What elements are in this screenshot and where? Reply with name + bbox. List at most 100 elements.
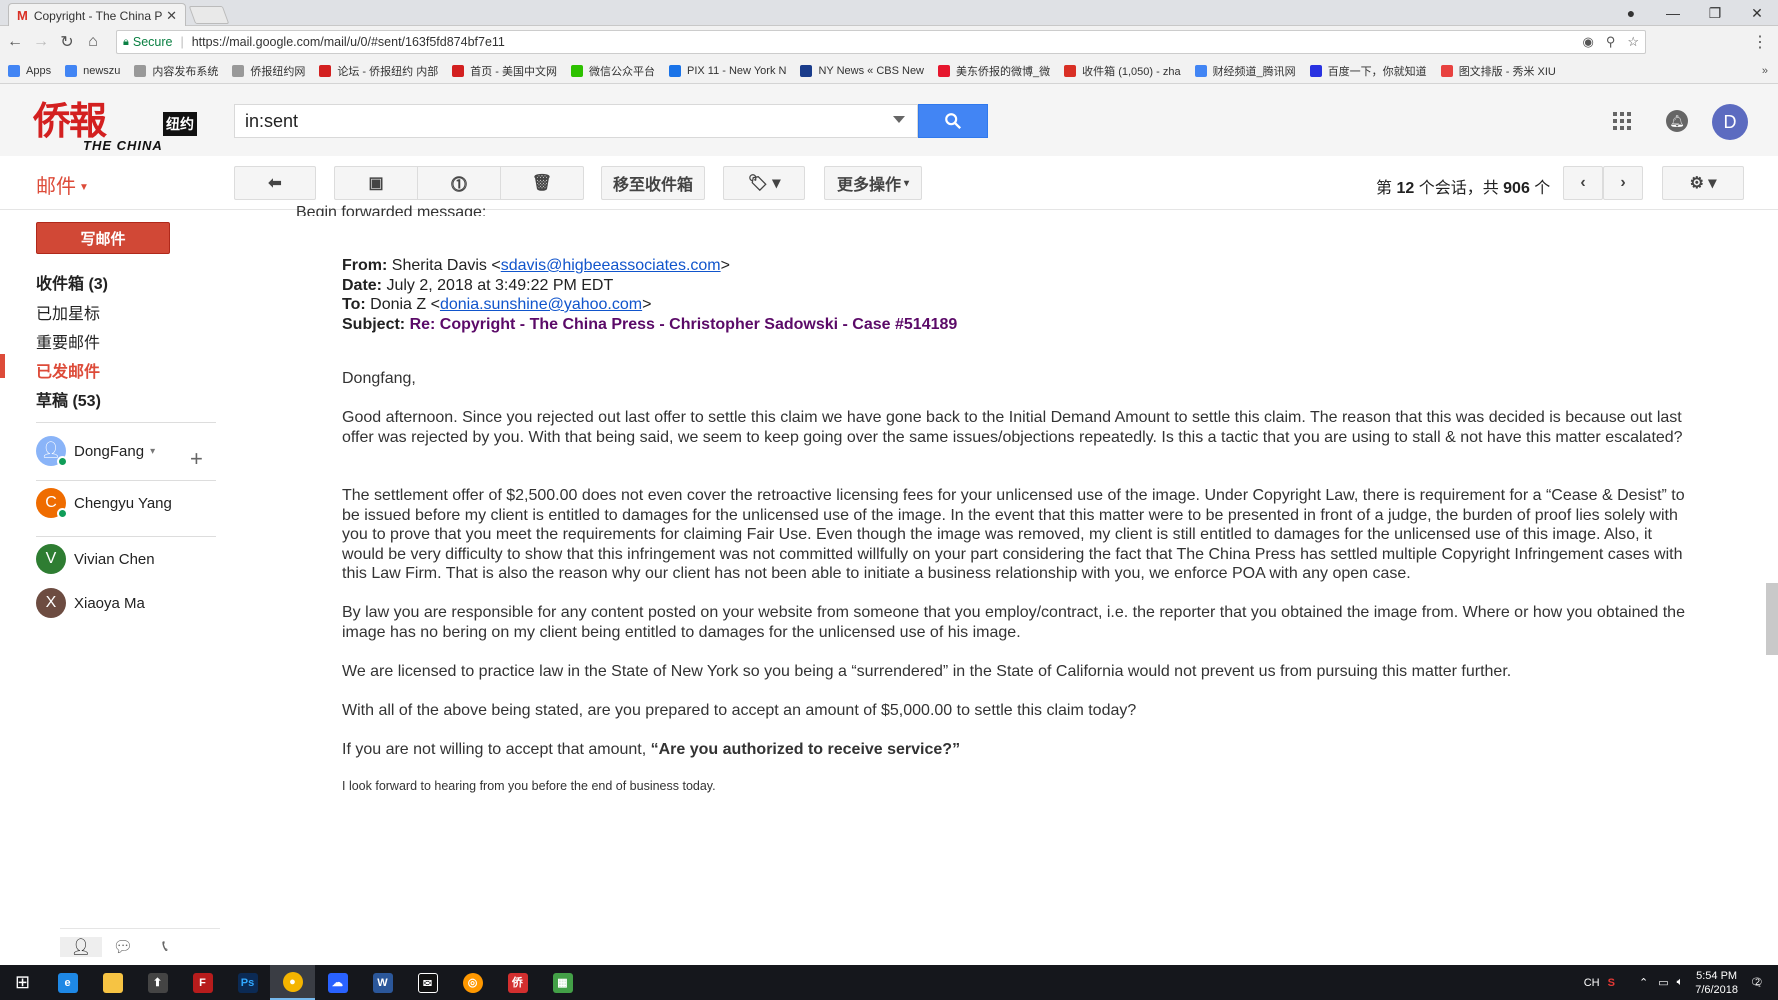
older-button[interactable]: ›	[1603, 166, 1643, 200]
close-tab-icon[interactable]: ✕	[166, 8, 177, 24]
search-options-icon[interactable]	[893, 116, 905, 123]
bookmark-item[interactable]: 微信公众平台	[571, 63, 655, 79]
sidebar-item-sent[interactable]: 已发邮件	[36, 358, 100, 382]
home-icon[interactable]: ⌂	[82, 33, 104, 51]
url-text[interactable]: https://mail.google.com/mail/u/0/#sent/1…	[192, 35, 1571, 49]
search-input[interactable]: in:sent	[234, 104, 918, 138]
search-button[interactable]	[918, 104, 988, 138]
avatar: 👤︎	[36, 436, 68, 467]
hangouts-icon[interactable]: 💬︎	[102, 937, 144, 957]
tray-chevron-icon[interactable]: ⌃	[1639, 976, 1648, 989]
network-icon[interactable]: ▭	[1658, 976, 1668, 989]
bookmark-item[interactable]: 财经频道_腾讯网	[1194, 63, 1296, 79]
chrome-icon[interactable]: ●	[270, 965, 315, 1000]
add-contact-icon[interactable]: +	[190, 446, 203, 472]
bookmark-item[interactable]: 论坛 - 侨报纽约 内部	[319, 63, 438, 79]
delete-button[interactable]: 🗑︎	[500, 166, 584, 200]
move-to-inbox-button[interactable]: 移至收件箱	[601, 166, 705, 200]
sidebar-item-important[interactable]: 重要邮件	[36, 329, 100, 353]
hangouts-bar: 👤︎ 💬︎ 📞︎	[60, 928, 220, 964]
start-icon[interactable]: ⊞	[0, 965, 45, 1000]
newer-button[interactable]: ‹	[1563, 166, 1603, 200]
contact-self[interactable]: 👤︎ DongFang ▾	[36, 436, 155, 467]
contact-item[interactable]: X Xiaoya Ma	[36, 588, 145, 618]
apps-grid-icon[interactable]	[1613, 112, 1631, 130]
bookmark-item[interactable]: 图文排版 - 秀米 XIU	[1440, 63, 1556, 79]
person-icon[interactable]: 👤︎	[60, 936, 102, 957]
photoshop-icon[interactable]: Ps	[225, 965, 270, 1000]
tag-icon: 🏷︎ ▾	[747, 175, 781, 192]
browser-menu-icon[interactable]: ⋮	[1752, 32, 1768, 52]
notifications-icon[interactable]: 🔔︎	[1666, 110, 1688, 132]
bookmark-item[interactable]: 内容发布系统	[134, 63, 218, 79]
edge-icon[interactable]: e	[45, 965, 90, 1000]
bookmark-item[interactable]: Apps	[8, 64, 51, 77]
filezilla-icon[interactable]: F	[180, 965, 225, 1000]
volume-icon[interactable]: 🔈︎	[1677, 976, 1684, 989]
archive-button[interactable]: ▣	[334, 166, 418, 200]
sidebar-item-drafts[interactable]: 草稿 (53)	[36, 387, 101, 411]
phone-icon[interactable]: 📞︎	[144, 938, 186, 956]
zoom-icon[interactable]: ⚲	[1606, 34, 1616, 50]
back-to-list-button[interactable]: ⬅	[234, 166, 316, 200]
browser-tab[interactable]: M Copyright - The China Pr ✕	[8, 3, 186, 27]
bookmark-label: NY News « CBS New	[818, 64, 925, 77]
avatar-initial: X	[45, 594, 57, 611]
ime-icon[interactable]: S	[1608, 977, 1615, 989]
app-icon[interactable]: ⬆	[135, 965, 180, 1000]
contact-item[interactable]: C Chengyu Yang	[36, 488, 172, 519]
chevron-down-icon: ▾	[903, 177, 910, 189]
china-press-logo[interactable]: 侨報 纽约 THE CHINA PRESS	[33, 90, 205, 168]
account-avatar[interactable]: D	[1712, 104, 1748, 140]
to-email-link[interactable]: donia.sunshine@yahoo.com	[440, 296, 642, 313]
new-tab-button[interactable]	[188, 6, 230, 24]
more-actions-button[interactable]: 更多操作 ▾	[824, 166, 922, 200]
url-omnibox[interactable]: 🔒︎ Secure | https://mail.google.com/mail…	[116, 30, 1646, 54]
app-icon[interactable]: ▦	[540, 965, 585, 1000]
back-icon[interactable]: ←	[4, 33, 26, 51]
contact-item[interactable]: V Vivian Chen	[36, 544, 155, 574]
star-icon[interactable]: ☆	[1627, 34, 1639, 50]
bookmark-item[interactable]: 美东侨报的微博_微	[938, 63, 1050, 79]
file-explorer-icon[interactable]	[90, 965, 135, 1000]
active-nav-indicator	[0, 354, 5, 378]
app-icon[interactable]: ☁	[315, 965, 360, 1000]
bookmark-item[interactable]: 百度一下，你就知道	[1309, 63, 1427, 79]
report-spam-button[interactable]: ⓵	[417, 166, 501, 200]
profile-icon[interactable]: ●	[1610, 5, 1652, 21]
mail-icon[interactable]: ✉	[405, 965, 450, 1000]
labels-button[interactable]: 🏷︎ ▾	[723, 166, 805, 200]
scrollbar-thumb[interactable]	[1766, 583, 1778, 655]
bookmark-item[interactable]: 首页 - 美国中文网	[452, 63, 557, 79]
reload-icon[interactable]: ↻	[56, 32, 78, 52]
bookmark-item[interactable]: PIX 11 - New York N	[669, 64, 786, 77]
avatar: C	[36, 488, 68, 519]
language-indicator[interactable]: CH	[1584, 977, 1600, 989]
eye-icon[interactable]: ◉	[1582, 34, 1593, 50]
chevron-down-icon[interactable]: ▾	[150, 446, 155, 457]
sidebar-item-starred[interactable]: 已加星标	[36, 300, 100, 324]
bookmarks-overflow-icon[interactable]: »	[1762, 65, 1768, 77]
app-icon[interactable]: ◎	[450, 965, 495, 1000]
word-icon[interactable]: W	[360, 965, 405, 1000]
sidebar-item-inbox[interactable]: 收件箱 (3)	[36, 270, 108, 294]
bookmark-item[interactable]: 侨报纽约网	[232, 63, 305, 79]
forward-icon[interactable]: →	[30, 33, 52, 51]
from-email-link[interactable]: sdavis@higbeeassociates.com	[501, 257, 721, 274]
bookmark-item[interactable]: newszu	[65, 64, 120, 77]
mail-switcher[interactable]: 邮件 ▼	[36, 170, 89, 199]
bookmark-item[interactable]: 收件箱 (1,050) - zha	[1064, 63, 1181, 79]
restore-icon[interactable]: ❐	[1694, 5, 1736, 22]
page-middle: 个会话，共	[1414, 180, 1504, 197]
close-window-icon[interactable]: ✕	[1736, 5, 1778, 22]
bookmark-item[interactable]: NY News « CBS New	[800, 64, 925, 77]
pagination-info: 第 12 个会话，共 906 个	[1376, 174, 1550, 198]
compose-button[interactable]: 写邮件	[36, 222, 170, 254]
p6-lead: If you are not willing to accept that am…	[342, 741, 651, 758]
clock[interactable]: 5:54 PM 7/6/2018	[1695, 969, 1738, 997]
action-center-icon[interactable]: 🗨︎ 2	[1750, 976, 1764, 989]
app-icon[interactable]: 侨	[495, 965, 540, 1000]
settings-button[interactable]: ⚙ ▾	[1662, 166, 1744, 200]
minimize-icon[interactable]: —	[1652, 5, 1694, 21]
bookmark-favicon-icon	[232, 64, 245, 77]
